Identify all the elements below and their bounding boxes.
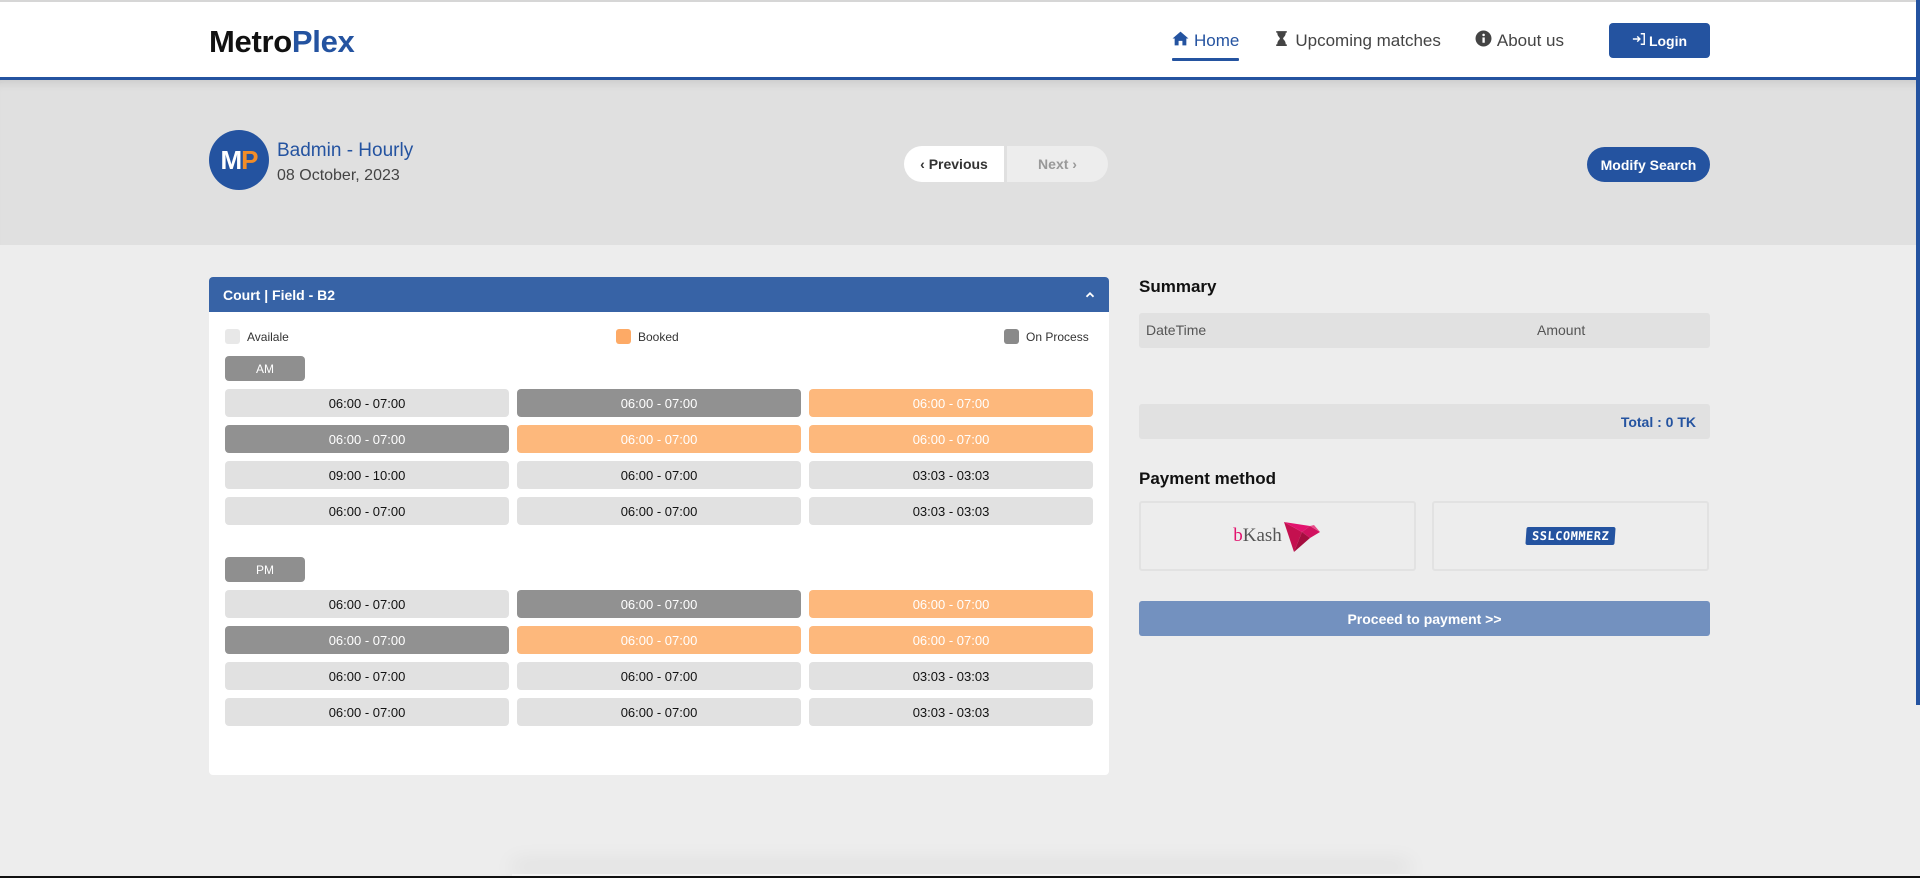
court-title: Court | Field - B2 — [223, 286, 336, 303]
time-slot-available[interactable]: 06:00 - 07:00 — [517, 461, 801, 489]
time-slot-booked[interactable]: 06:00 - 07:00 — [517, 425, 801, 453]
next-button[interactable]: Next › — [1007, 146, 1108, 182]
time-slot-booked[interactable]: 06:00 - 07:00 — [809, 425, 1093, 453]
time-slot-available[interactable]: 06:00 - 07:00 — [225, 662, 509, 690]
nav-link-label: About us — [1496, 31, 1564, 50]
am-block: AM 06:00 - 07:00 06:00 - 07:00 06:00 - 07:… — [209, 356, 1109, 525]
nav-link-upcoming-matches[interactable]: Upcoming matches — [1273, 26, 1441, 56]
venue-header: MP Badmin - Hourly 08 October, 2023 ‹ Pr… — [0, 80, 1916, 245]
time-slot-booked[interactable]: 06:00 - 07:00 — [809, 389, 1093, 417]
summary-table-header: DateTime Amount — [1139, 313, 1710, 348]
pm-slot-grid: 06:00 - 07:00 06:00 - 07:00 06:00 - 07:00 0… — [225, 590, 1093, 726]
pm-block: PM 06:00 - 07:00 06:00 - 07:00 06:00 - 07:… — [209, 557, 1109, 726]
court-card-header[interactable]: Court | Field - B2 — [209, 277, 1109, 312]
time-slot-available[interactable]: 03:03 - 03:03 — [809, 662, 1093, 690]
legend-swatch-available — [225, 329, 240, 344]
avatar-letter-m: M — [220, 144, 242, 175]
time-slot-available[interactable]: 09:00 - 10:00 — [225, 461, 509, 489]
bkash-logo-b: b — [1233, 525, 1243, 546]
sign-in-icon — [1632, 32, 1646, 49]
navbar: MetroPlex Home Upcoming matches About us… — [0, 2, 1916, 80]
slot-legend: Availale Booked On Process — [209, 326, 1109, 356]
am-badge: AM — [225, 356, 305, 381]
bkash-logo: b Kash — [1233, 518, 1322, 554]
time-slot-available[interactable]: 03:03 - 03:03 — [809, 698, 1093, 726]
brand-text-metro: Metro — [209, 24, 292, 59]
bkash-bird-icon — [1283, 522, 1320, 552]
summary-title: Summary — [1139, 277, 1217, 296]
summary-panel: Summary DateTime Amount Total : 0 TK Pay… — [1139, 277, 1710, 636]
time-slot-process[interactable]: 06:00 - 07:00 — [517, 389, 801, 417]
time-slot-booked[interactable]: 06:00 - 07:00 — [809, 590, 1093, 618]
proceed-to-payment-button[interactable]: Proceed to payment >> — [1139, 601, 1710, 636]
summary-total: Total : 0 TK — [1139, 404, 1710, 439]
legend-booked: Booked — [616, 329, 679, 344]
column-header-datetime: DateTime — [1146, 322, 1207, 338]
time-slot-available[interactable]: 06:00 - 07:00 — [225, 698, 509, 726]
time-slot-booked[interactable]: 06:00 - 07:00 — [809, 626, 1093, 654]
time-slot-process[interactable]: 06:00 - 07:00 — [225, 425, 509, 453]
nav-link-home[interactable]: Home — [1172, 26, 1240, 61]
modify-search-button[interactable]: Modify Search — [1587, 147, 1710, 182]
time-slot-available[interactable]: 06:00 - 07:00 — [225, 389, 509, 417]
info-circle-icon — [1475, 30, 1492, 52]
time-slot-available[interactable]: 06:00 - 07:00 — [517, 698, 801, 726]
pm-badge: PM — [225, 557, 305, 582]
brand-logo[interactable]: MetroPlex — [209, 24, 355, 60]
time-slot-available[interactable]: 06:00 - 07:00 — [225, 590, 509, 618]
avatar-letter-p: P — [241, 144, 258, 175]
venue-date: 08 October, 2023 — [277, 167, 400, 184]
time-slot-available[interactable]: 03:03 - 03:03 — [809, 461, 1093, 489]
nav-link-label: Home — [1194, 31, 1240, 50]
time-slot-process[interactable]: 06:00 - 07:00 — [225, 626, 509, 654]
legend-on-process: On Process — [1004, 329, 1089, 344]
legend-label: Booked — [638, 329, 679, 344]
bkash-logo-kash: Kash — [1242, 525, 1282, 546]
payment-option-bkash[interactable]: b Kash — [1139, 501, 1416, 571]
payment-method-title: Payment method — [1139, 469, 1276, 488]
venue-avatar: MP — [209, 130, 269, 190]
login-label: Login — [1648, 32, 1688, 49]
payment-option-sslcommerz[interactable]: SSLCOMMERZ — [1432, 501, 1709, 571]
legend-label: Availale — [247, 329, 289, 344]
time-slot-process[interactable]: 06:00 - 07:00 — [517, 590, 801, 618]
chevron-up-icon[interactable] — [1085, 287, 1095, 303]
legend-swatch-booked — [616, 329, 631, 344]
legend-label: On Process — [1026, 329, 1089, 344]
time-slot-booked[interactable]: 06:00 - 07:00 — [517, 626, 801, 654]
am-slot-grid: 06:00 - 07:00 06:00 - 07:00 06:00 - 07:00 0… — [225, 389, 1093, 525]
hourglass-icon — [1273, 30, 1290, 52]
sslcommerz-logo: SSLCOMMERZ — [1525, 527, 1616, 545]
legend-swatch-process — [1004, 329, 1019, 344]
nav-links: Home Upcoming matches About us — [1172, 26, 1598, 61]
login-button[interactable]: Login — [1609, 23, 1710, 58]
column-header-amount: Amount — [1537, 322, 1586, 338]
page-scrollbar[interactable] — [1916, 0, 1920, 705]
date-pager: ‹ Previous Next › — [904, 146, 1108, 182]
legend-available: Availale — [225, 329, 289, 344]
nav-link-about-us[interactable]: About us — [1475, 26, 1564, 56]
time-slot-available[interactable]: 06:00 - 07:00 — [517, 497, 801, 525]
brand-text-plex: Plex — [291, 24, 355, 59]
venue-title: Badmin - Hourly — [277, 140, 414, 161]
payment-options: b Kash SSLCOMMERZ — [1139, 501, 1710, 571]
home-icon — [1172, 30, 1189, 52]
nav-link-label: Upcoming matches — [1295, 31, 1441, 50]
time-slot-available[interactable]: 06:00 - 07:00 — [225, 497, 509, 525]
previous-button[interactable]: ‹ Previous — [904, 146, 1004, 182]
time-slot-available[interactable]: 06:00 - 07:00 — [517, 662, 801, 690]
time-slot-available[interactable]: 03:03 - 03:03 — [809, 497, 1093, 525]
court-card: Court | Field - B2 Availale Booked On Pr… — [209, 277, 1109, 775]
